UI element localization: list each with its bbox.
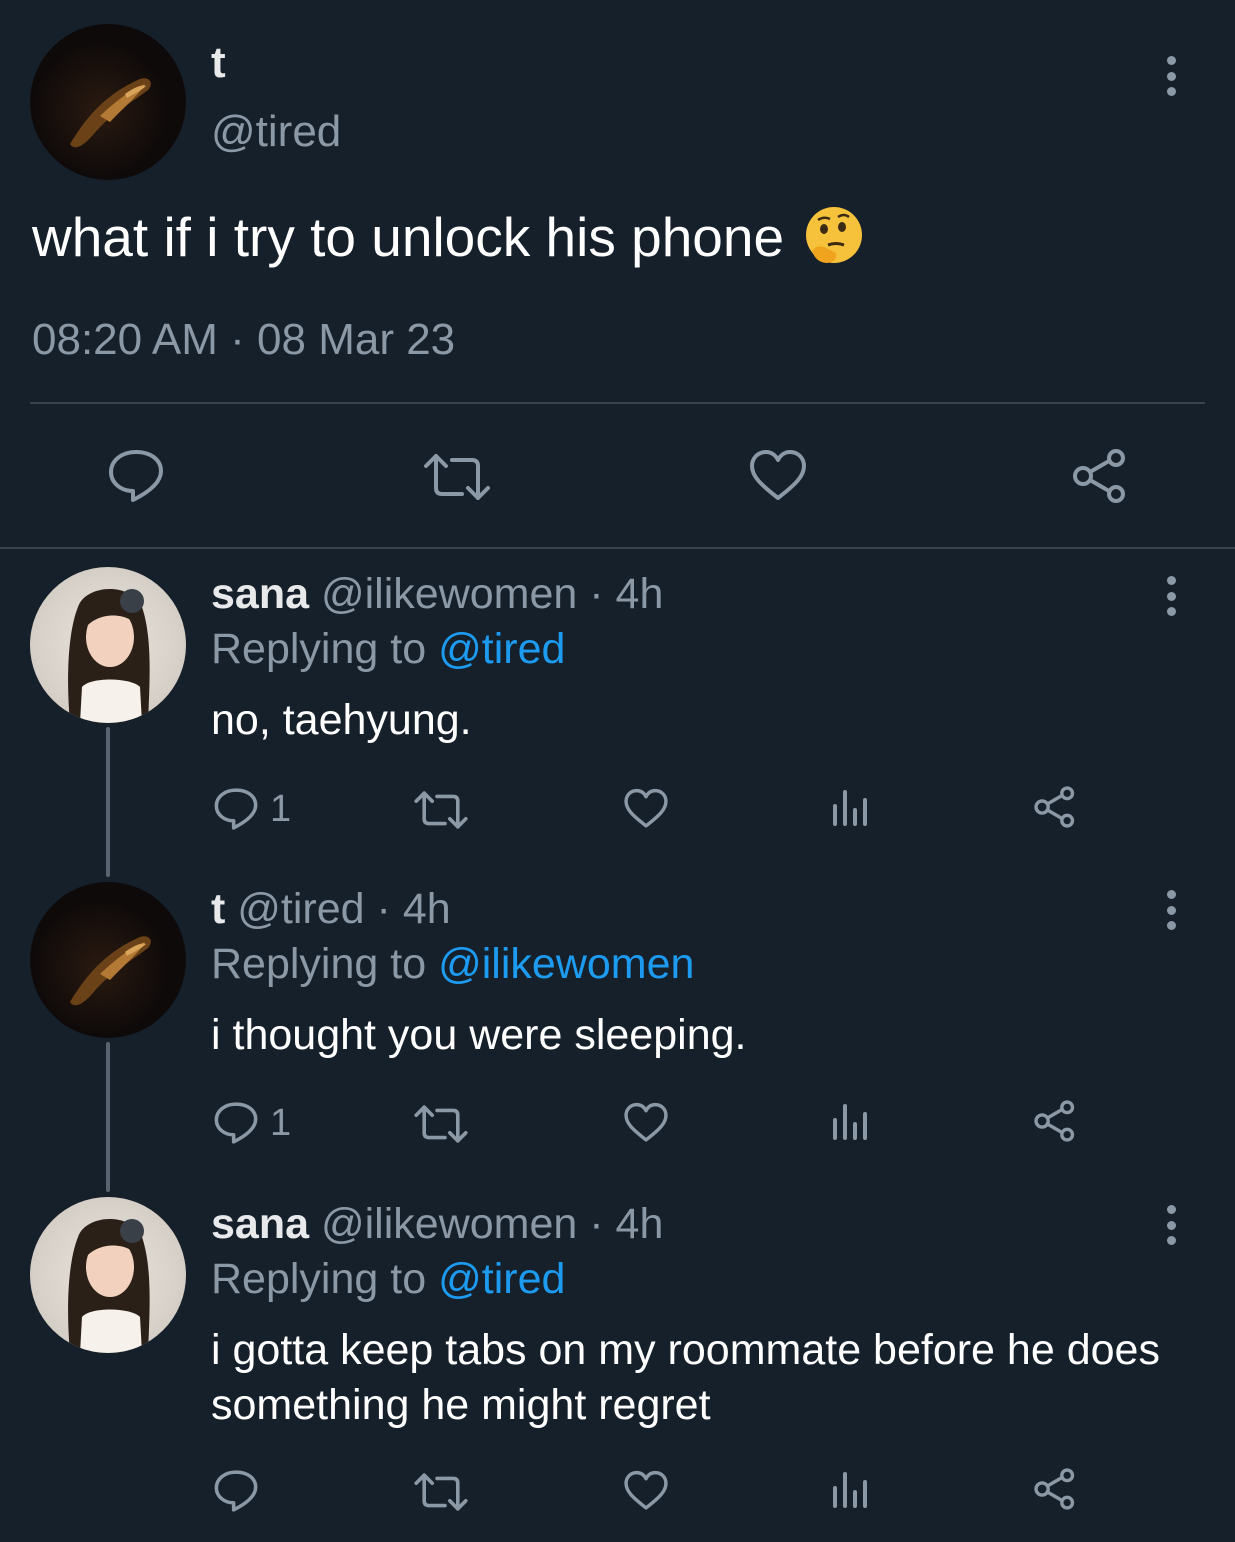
reply-1-avatar[interactable]: [30, 567, 186, 723]
reply-3-share-icon[interactable]: [1032, 1467, 1078, 1511]
reply-3-retweet-icon[interactable]: [413, 1472, 469, 1512]
reply-1-views-icon[interactable]: [830, 788, 870, 828]
reply-1-like-icon[interactable]: [623, 787, 669, 831]
replying-prefix: Replying to: [211, 940, 427, 988]
reply-1-reply-icon[interactable]: [213, 787, 259, 831]
reply-3-mention-link[interactable]: @tired: [438, 1255, 565, 1303]
reply-2-text: i thought you were sleeping.: [211, 1011, 747, 1059]
reply-2-share-icon[interactable]: [1032, 1099, 1078, 1143]
reply-3-text: i gotta keep tabs on my roommate before …: [211, 1326, 1160, 1429]
section-divider: [0, 547, 1235, 549]
replying-prefix: Replying to: [211, 1255, 427, 1303]
reply-3-author-handle[interactable]: @ilikewomen: [321, 1200, 577, 1248]
main-tweet-meta: 08:20 AM · 08 Mar 23: [32, 315, 455, 365]
reply-2-mention-link[interactable]: @ilikewomen: [438, 940, 694, 988]
main-tweet-time: 08:20 AM: [32, 315, 218, 364]
main-tweet-text: what if i try to unlock his phone: [32, 205, 866, 269]
reply-1-more-options-icon[interactable]: [1165, 576, 1177, 616]
main-tweet-body: what if i try to unlock his phone: [32, 206, 785, 268]
divider: [30, 402, 1205, 404]
main-author-handle[interactable]: @tired: [211, 107, 341, 157]
reply-2-reply-icon[interactable]: [213, 1101, 259, 1145]
like-icon[interactable]: [748, 448, 808, 504]
replying-prefix: Replying to: [211, 625, 427, 673]
main-tweet-date: 08 Mar 23: [257, 315, 456, 364]
reply-2-author-handle[interactable]: @tired: [237, 885, 364, 933]
reply-3-views-icon[interactable]: [830, 1470, 870, 1510]
reply-1-text: no, taehyung.: [211, 696, 472, 744]
thread-line: [106, 1042, 110, 1192]
reply-3-author-name[interactable]: sana: [211, 1200, 309, 1248]
main-author-name[interactable]: t: [211, 38, 226, 88]
reply-1-author-name[interactable]: sana: [211, 570, 309, 618]
thread-line: [106, 727, 110, 877]
thinking-face-emoji: [802, 205, 866, 269]
share-icon[interactable]: [1070, 447, 1130, 505]
reply-3-age: · 4h: [589, 1200, 664, 1248]
reply-2-views-icon[interactable]: [830, 1102, 870, 1142]
reply-2-retweet-icon[interactable]: [413, 1104, 469, 1144]
reply-1-reply-count: 1: [270, 788, 292, 830]
reply-2-age: · 4h: [376, 885, 451, 933]
reply-3-header: sana @ilikewomen · 4h: [211, 1200, 663, 1249]
reply-1-author-handle[interactable]: @ilikewomen: [321, 570, 577, 618]
reply-2-more-options-icon[interactable]: [1165, 890, 1177, 930]
reply-2-author-name[interactable]: t: [211, 885, 225, 933]
reply-3-replying-to: Replying to @tired: [211, 1255, 565, 1304]
reply-1-retweet-icon[interactable]: [413, 790, 469, 830]
reply-2-reply-count: 1: [270, 1102, 292, 1144]
reply-2-like-icon[interactable]: [623, 1101, 669, 1145]
reply-2-replying-to: Replying to @ilikewomen: [211, 940, 694, 989]
reply-1-header: sana @ilikewomen · 4h: [211, 570, 663, 619]
main-more-options-icon[interactable]: [1165, 56, 1177, 96]
reply-1-share-icon[interactable]: [1032, 785, 1078, 829]
reply-3-reply-icon[interactable]: [213, 1469, 259, 1513]
reply-1-replying-to: Replying to @tired: [211, 625, 565, 674]
reply-3-avatar[interactable]: [30, 1197, 186, 1353]
reply-1-mention-link[interactable]: @tired: [438, 625, 565, 673]
reply-2-avatar[interactable]: [30, 882, 186, 1038]
retweet-icon[interactable]: [422, 452, 492, 502]
main-author-avatar[interactable]: [30, 24, 186, 180]
reply-icon[interactable]: [107, 448, 165, 504]
reply-2-header: t @tired · 4h: [211, 885, 451, 934]
reply-3-like-icon[interactable]: [623, 1469, 669, 1513]
meta-separator: ·: [230, 315, 245, 364]
reply-3-more-options-icon[interactable]: [1165, 1205, 1177, 1245]
reply-1-age: · 4h: [589, 570, 664, 618]
